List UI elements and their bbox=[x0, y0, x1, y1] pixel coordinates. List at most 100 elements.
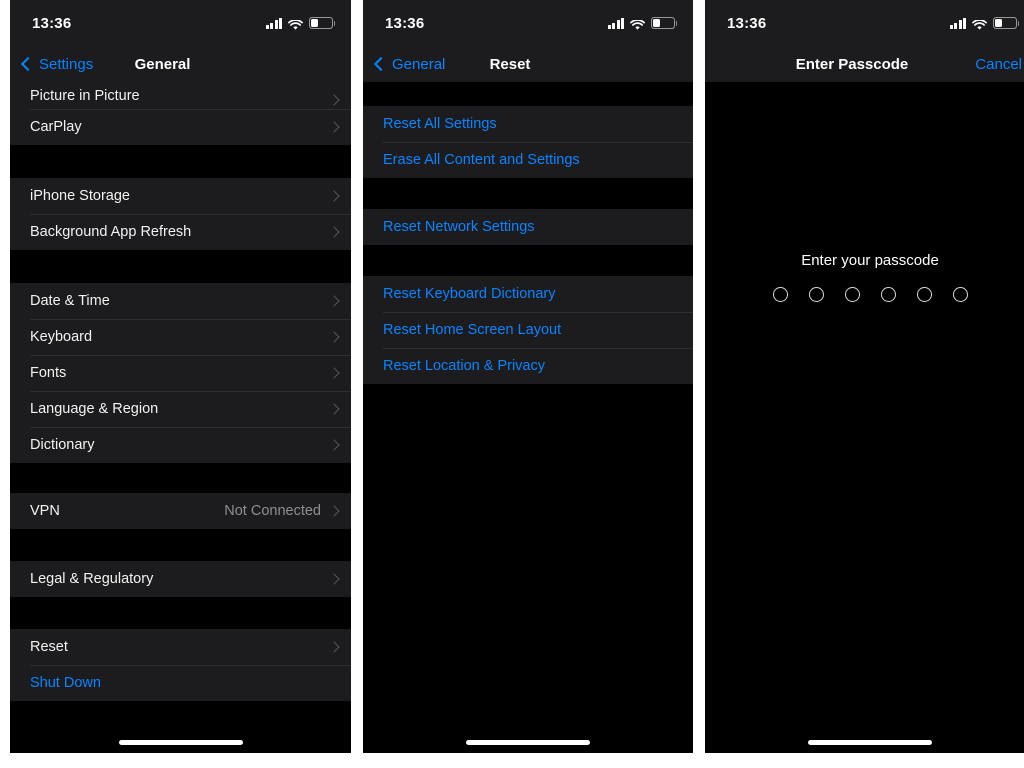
passcode-entry-area: Enter your passcode bbox=[705, 82, 1024, 753]
passcode-dot bbox=[772, 287, 788, 302]
row-label: Keyboard bbox=[30, 329, 93, 345]
cancel-button[interactable]: Cancel bbox=[975, 56, 1024, 73]
reset-group: Reset All Settings Erase All Content and… bbox=[363, 106, 693, 178]
passcode-dot bbox=[916, 287, 932, 302]
settings-group: VPN Not Connected bbox=[10, 493, 351, 529]
battery-icon bbox=[309, 17, 336, 29]
status-bar: 13:36 bbox=[363, 0, 693, 46]
row-label: CarPlay bbox=[30, 119, 82, 135]
row-label: VPN bbox=[30, 503, 60, 519]
row-label: Reset Home Screen Layout bbox=[383, 322, 562, 338]
row-label: Legal & Regulatory bbox=[30, 571, 154, 587]
section-gap bbox=[363, 245, 693, 276]
reset-row-reset-keyboard-dictionary[interactable]: Reset Keyboard Dictionary bbox=[363, 276, 693, 312]
row-label: Reset bbox=[30, 639, 68, 655]
passcode-dot bbox=[880, 287, 896, 302]
status-bar-time: 13:36 bbox=[385, 14, 425, 32]
wifi-icon bbox=[630, 18, 645, 30]
screenshot-stage: 13:36 Settings General Picture in Pictur… bbox=[0, 0, 1024, 768]
settings-row-picture-in-picture[interactable]: Picture in Picture bbox=[10, 82, 351, 109]
settings-row-reset[interactable]: Reset bbox=[10, 629, 351, 665]
phone-screen-reset: 13:36 General Reset Reset All Settings E… bbox=[363, 0, 693, 753]
row-label: Language & Region bbox=[30, 401, 159, 417]
row-label: Picture in Picture bbox=[30, 88, 140, 104]
row-label: Fonts bbox=[30, 365, 67, 381]
reset-group: Reset Network Settings bbox=[363, 209, 693, 245]
reset-row-reset-network-settings[interactable]: Reset Network Settings bbox=[363, 209, 693, 245]
battery-icon bbox=[651, 17, 678, 29]
chevron-right-icon bbox=[328, 367, 340, 379]
passcode-dots[interactable] bbox=[705, 287, 1024, 302]
row-label: Reset Network Settings bbox=[383, 219, 535, 235]
wifi-icon bbox=[288, 18, 303, 30]
cellular-signal-icon bbox=[607, 17, 624, 29]
chevron-right-icon bbox=[328, 190, 340, 202]
reset-row-reset-location-privacy[interactable]: Reset Location & Privacy bbox=[363, 348, 693, 384]
row-label: iPhone Storage bbox=[30, 188, 130, 204]
passcode-dot bbox=[952, 287, 968, 302]
home-indicator bbox=[466, 740, 590, 745]
status-bar-time: 13:36 bbox=[727, 14, 767, 32]
navigation-bar: Enter Passcode Cancel bbox=[705, 46, 1024, 82]
row-label: Background App Refresh bbox=[30, 224, 192, 240]
back-button-general[interactable]: General bbox=[363, 56, 445, 73]
reset-group: Reset Keyboard Dictionary Reset Home Scr… bbox=[363, 276, 693, 384]
chevron-right-icon bbox=[328, 573, 340, 585]
section-gap bbox=[10, 463, 351, 493]
chevron-left-icon bbox=[373, 56, 389, 72]
chevron-left-icon bbox=[20, 56, 36, 72]
settings-row-date-time[interactable]: Date & Time bbox=[10, 283, 351, 319]
row-label: Reset All Settings bbox=[383, 116, 497, 132]
cellular-signal-icon bbox=[949, 17, 966, 29]
settings-group: Legal & Regulatory bbox=[10, 561, 351, 597]
settings-row-background-app-refresh[interactable]: Background App Refresh bbox=[10, 214, 351, 250]
settings-row-legal-regulatory[interactable]: Legal & Regulatory bbox=[10, 561, 351, 597]
back-button-settings[interactable]: Settings bbox=[10, 56, 93, 73]
reset-row-erase-all-content-and-settings[interactable]: Erase All Content and Settings bbox=[363, 142, 693, 178]
settings-row-language-region[interactable]: Language & Region bbox=[10, 391, 351, 427]
row-label: Erase All Content and Settings bbox=[383, 152, 580, 168]
status-bar-indicators bbox=[949, 17, 1020, 30]
status-bar-indicators bbox=[607, 17, 678, 30]
row-label: Dictionary bbox=[30, 437, 95, 453]
chevron-right-icon bbox=[328, 121, 340, 133]
chevron-right-icon bbox=[328, 505, 340, 517]
phone-screen-general: 13:36 Settings General Picture in Pictur… bbox=[10, 0, 351, 753]
chevron-right-icon bbox=[328, 94, 340, 106]
settings-list-general: Picture in Picture CarPlay iPhone Storag… bbox=[10, 82, 351, 701]
settings-row-iphone-storage[interactable]: iPhone Storage bbox=[10, 178, 351, 214]
settings-group: iPhone Storage Background App Refresh bbox=[10, 178, 351, 250]
settings-group: Reset Shut Down bbox=[10, 629, 351, 701]
section-gap bbox=[10, 250, 351, 283]
battery-icon bbox=[993, 17, 1020, 29]
settings-row-dictionary[interactable]: Dictionary bbox=[10, 427, 351, 463]
row-label: Reset Keyboard Dictionary bbox=[383, 286, 556, 302]
section-gap bbox=[363, 82, 693, 106]
settings-row-carplay[interactable]: CarPlay bbox=[10, 109, 351, 145]
chevron-right-icon bbox=[328, 226, 340, 238]
reset-row-reset-home-screen-layout[interactable]: Reset Home Screen Layout bbox=[363, 312, 693, 348]
settings-row-keyboard[interactable]: Keyboard bbox=[10, 319, 351, 355]
section-gap bbox=[10, 597, 351, 629]
home-indicator bbox=[808, 740, 932, 745]
status-bar: 13:36 bbox=[705, 0, 1024, 46]
chevron-right-icon bbox=[328, 331, 340, 343]
reset-row-reset-all-settings[interactable]: Reset All Settings bbox=[363, 106, 693, 142]
passcode-dot bbox=[844, 287, 860, 302]
status-bar-time: 13:36 bbox=[32, 14, 72, 32]
chevron-right-icon bbox=[328, 403, 340, 415]
passcode-dot bbox=[808, 287, 824, 302]
chevron-right-icon bbox=[328, 641, 340, 653]
settings-row-shut-down[interactable]: Shut Down bbox=[10, 665, 351, 701]
chevron-right-icon bbox=[328, 295, 340, 307]
wifi-icon bbox=[972, 18, 987, 30]
status-bar-indicators bbox=[265, 17, 336, 30]
settings-group: Date & Time Keyboard Fonts Language & Re… bbox=[10, 283, 351, 463]
phone-screen-enter-passcode: 13:36 Enter Passcode Cancel Enter your p… bbox=[705, 0, 1024, 753]
back-button-label: General bbox=[392, 55, 446, 73]
settings-row-vpn[interactable]: VPN Not Connected bbox=[10, 493, 351, 529]
chevron-right-icon bbox=[328, 439, 340, 451]
settings-row-fonts[interactable]: Fonts bbox=[10, 355, 351, 391]
home-indicator bbox=[118, 740, 243, 745]
navigation-bar: General Reset bbox=[363, 46, 693, 82]
